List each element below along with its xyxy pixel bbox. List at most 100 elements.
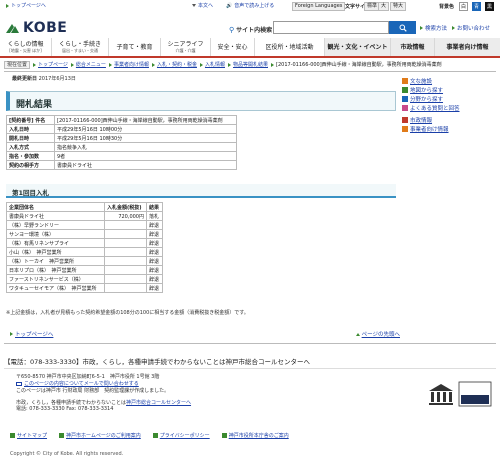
sitemap-link[interactable]: サイトマップ: [10, 432, 47, 439]
bid-result: 辞退: [146, 247, 163, 257]
arrow-right-icon: [10, 332, 13, 336]
summary-table: [契約番号] 件名 [2017-01166-000]西伸山手線・海岸線自動駅，事務…: [6, 115, 237, 170]
nav-item-safety[interactable]: 安全・安心: [211, 38, 255, 56]
bid-amount: [104, 256, 147, 266]
business-icon: [402, 125, 408, 132]
side-link-faq[interactable]: よくある質問と回答: [402, 103, 498, 112]
column-header: 企業団体名: [6, 202, 105, 212]
breadcrumb-item[interactable]: トップページ: [33, 61, 68, 68]
side-link-map[interactable]: 地図から探す: [402, 85, 498, 94]
table-cell: 指名競争入札: [54, 142, 237, 152]
table-cell: 9者: [54, 151, 237, 161]
nav-item-city-info[interactable]: 市政情報: [391, 38, 435, 56]
page-nav-top-link[interactable]: トップページへ: [10, 330, 53, 338]
table-row: 契約の相手方 書康員ドライ社: [6, 160, 237, 170]
table-header-row: 企業団体名 入札金額(税抜) 結果: [6, 202, 163, 212]
table-row: サンヨー環境（株） 辞退: [6, 229, 163, 239]
bidder-name: （株）早野ランドリー: [6, 220, 105, 230]
price-note: ※上記金額は，入札者が見積もった契約希望金額の108分の100に相当する金額（消…: [6, 310, 249, 316]
footer-tel: 電話: 078-333-3330 Fax: 078-333-3314: [16, 406, 114, 412]
city-info-icon: [402, 116, 408, 123]
table-header-cell: 入札方式: [6, 142, 55, 152]
breadcrumb-current: [2017-01166-000]西伸山手線・海岸線自動駅，事務所用両乾燥消毒薬剤: [271, 61, 442, 68]
nav-item-senior[interactable]: シニアライフ 介護・介護: [161, 38, 211, 56]
call-center-banner: 【電話：078-333-3330】市政，くらし，各種申請手続でわからないことは神…: [4, 358, 311, 366]
page-nav: トップページへ ページの先頭へ: [10, 330, 400, 338]
bg-white-button[interactable]: 白: [459, 2, 468, 11]
table-header-cell: 開札日時: [6, 133, 55, 143]
footer-links: サイトマップ 神戸市ホームページのご利用案内 プライバシーポリシー 神戸市役所本…: [10, 432, 289, 439]
usage-guide-link[interactable]: 神戸市ホームページのご利用案内: [59, 432, 141, 439]
bid-result: 辞退: [146, 229, 163, 239]
nav-item-ward-office[interactable]: 区役所・地域活動: [255, 38, 325, 56]
nav-item-business[interactable]: 事業者向け情報: [435, 38, 500, 56]
table-row: 入札方式 指名競争入札: [6, 142, 237, 152]
bg-black-button[interactable]: 黒: [485, 2, 494, 11]
bid-amount: [104, 229, 147, 239]
back-to-top-link[interactable]: ページの先頭へ: [355, 330, 400, 338]
nav-item-procedures[interactable]: くらし・手続き 届出・すまい・交通: [52, 38, 109, 56]
side-link-business[interactable]: 事業者向け情報: [402, 124, 498, 133]
square-bullet-icon: [59, 433, 65, 438]
table-row: ワタキューセイモア（株） 神戸営業所 辞退: [6, 283, 163, 293]
table-row: [契約番号] 件名 [2017-01166-000]西伸山手線・海岸線自動駅，事務…: [6, 115, 237, 125]
table-row: 指名・参加数 9者: [6, 151, 237, 161]
bidder-name: （株）トーカイ 神戸営業所: [6, 256, 105, 266]
arrow-down-icon: [192, 4, 196, 7]
footer-divider: [4, 343, 496, 344]
bid-amount: [104, 220, 147, 230]
breadcrumb-item[interactable]: 入札情報: [199, 61, 225, 68]
top-bar: トップページへ 本文へ 🔊 音声で読み上げる Foreign Languages…: [0, 0, 500, 12]
breadcrumb-item[interactable]: 物品等開札結果: [227, 61, 268, 68]
table-header-cell: [契約番号] 件名: [6, 115, 55, 125]
arrow-right-icon: [6, 3, 9, 8]
bidder-name: 日本リプロ（株） 神戸営業所: [6, 265, 105, 275]
unesco-logo: [426, 381, 456, 407]
footer-address: 〒650-8570 神戸市中央区加納町6-5-1 神戸市役所 1号館 3階: [16, 374, 160, 380]
side-link-category[interactable]: 分野から探す: [402, 94, 498, 103]
search-method-link[interactable]: 検索方法: [420, 24, 447, 32]
bid-result: 辞退: [146, 283, 163, 293]
font-large-button[interactable]: 大: [378, 2, 390, 11]
search-icon: [399, 24, 407, 32]
kobe-logo[interactable]: KOBE: [5, 20, 67, 36]
table-row: （株）有馬リネンサプライ 辞退: [6, 238, 163, 248]
bid-amount: [104, 265, 147, 275]
side-link-facilities[interactable]: 文な施設: [402, 76, 498, 85]
city-of-design-logo: [458, 381, 492, 407]
speech-button[interactable]: 🔊 音声で読み上げる: [226, 2, 274, 10]
breadcrumb-item[interactable]: 入札・契約・税金: [151, 61, 197, 68]
table-row: 入札日時 平成29年5月16日 10時00分: [6, 124, 237, 134]
side-link-city-info[interactable]: 市政情報: [402, 115, 498, 124]
foreign-languages-button[interactable]: Foreign Languages: [292, 2, 346, 11]
nav-item-childcare[interactable]: 子育て・教育: [109, 38, 161, 56]
magnifier-icon: ⚲: [229, 25, 235, 34]
search-input[interactable]: [273, 21, 389, 34]
breadcrumb-item[interactable]: 事業者向け情報: [108, 61, 149, 68]
mail-inquiry-link[interactable]: このページの内容についてメールで問い合わせする: [16, 381, 316, 387]
skip-to-content-link[interactable]: 本文へ: [192, 2, 213, 9]
category-icon: [402, 95, 408, 102]
font-xlarge-button[interactable]: 特大: [390, 2, 407, 11]
mail-icon: [16, 382, 22, 386]
search-button[interactable]: [389, 21, 416, 34]
bg-blue-button[interactable]: 青: [472, 2, 481, 11]
table-header-cell: 入札日時: [6, 124, 55, 134]
nav-item-tourism[interactable]: 観光・文化・イベント: [325, 38, 391, 56]
bid-result: 辞退: [146, 238, 163, 248]
call-center-link[interactable]: 神戸市総合コールセンターへ: [126, 400, 191, 406]
faq-icon: [402, 104, 408, 111]
nav-divider: [0, 56, 500, 58]
bid-amount: [104, 274, 147, 284]
section-title: 第1回目入札: [12, 189, 50, 197]
breadcrumb-item[interactable]: 総合メニュー: [70, 61, 106, 68]
nav-item-life-info[interactable]: くらしの情報 [地震・災害 ほか]: [0, 38, 52, 56]
inquiry-link[interactable]: お問い合わせ: [452, 24, 490, 32]
bidder-name: （株）有馬リネンサプライ: [6, 238, 105, 248]
table-cell: 書康員ドライ社: [54, 160, 237, 170]
bid-amount: 720,000円: [104, 211, 147, 221]
bidder-name: サンヨー環境（株）: [6, 229, 105, 239]
city-hall-guide-link[interactable]: 神戸市役所本庁舎のご案内: [221, 432, 289, 439]
privacy-policy-link[interactable]: プライバシーポリシー: [152, 432, 210, 439]
top-page-link[interactable]: トップページへ: [6, 2, 46, 9]
